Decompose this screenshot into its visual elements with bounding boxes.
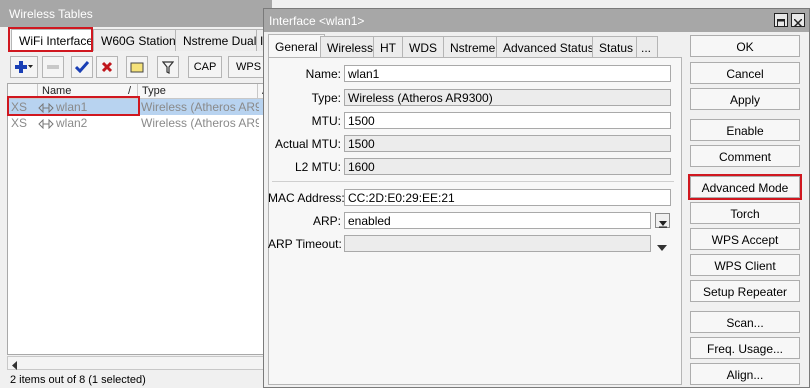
column-label-name: Name (42, 85, 72, 97)
table-row[interactable]: XS wlan2 Wireless (Atheros AR9... (8, 115, 273, 131)
l2-mtu-label: L2 MTU: (294, 160, 341, 174)
comment-button[interactable]: Comment (690, 145, 800, 167)
tab-w60g-station[interactable]: W60G Station (93, 29, 185, 51)
row-type: Wireless (Atheros AR9... (141, 116, 259, 130)
apply-button[interactable]: Apply (690, 88, 800, 110)
remove-button[interactable] (42, 56, 64, 78)
tab-nstreme-dual[interactable]: Nstreme Dual (175, 29, 266, 51)
row-name: wlan1 (56, 100, 88, 114)
column-header-type[interactable]: Type (138, 84, 258, 99)
wps-accept-button[interactable]: WPS Accept (690, 228, 800, 250)
plus-icon (14, 60, 34, 74)
actual-mtu-label: Actual MTU: (274, 137, 341, 151)
interfaces-table: Name / Type A XS wlan1 Wireless (Atheros… (7, 83, 273, 355)
wireless-tables-window: Wireless Tables WiFi Interfaces W60G Sta… (0, 0, 273, 388)
scan-button[interactable]: Scan... (690, 311, 800, 333)
advanced-mode-button[interactable]: Advanced Mode (690, 176, 800, 198)
note-icon (130, 61, 144, 73)
comment-button[interactable] (126, 56, 148, 78)
row-type: Wireless (Atheros AR9... (141, 100, 259, 114)
maximize-icon (777, 16, 785, 30)
add-button[interactable] (10, 56, 38, 78)
freq-usage-button[interactable]: Freq. Usage... (690, 337, 800, 359)
mtu-label: MTU: (311, 114, 341, 128)
tab-general[interactable]: General (268, 34, 325, 58)
row-name: wlan2 (56, 116, 88, 130)
arp-label: ARP: (312, 214, 341, 228)
arp-timeout-label: ARP Timeout: (268, 237, 342, 251)
sort-indicator: / (127, 85, 131, 97)
arp-timeout-field[interactable] (344, 235, 651, 252)
arp-dropdown-button[interactable] (655, 213, 670, 228)
tab-advanced-status[interactable]: Advanced Status (496, 36, 601, 58)
type-field: Wireless (Atheros AR9300) (344, 89, 671, 106)
check-icon (75, 61, 89, 73)
enable-button[interactable]: Enable (690, 119, 800, 141)
type-label: Type: (311, 91, 341, 105)
cap-button[interactable]: CAP (188, 56, 222, 78)
name-field[interactable]: wlan1 (344, 65, 671, 82)
wps-client-button[interactable]: WPS Client (690, 254, 800, 276)
tab-wireless[interactable]: Wireless (320, 36, 381, 58)
actual-mtu-field: 1500 (344, 135, 671, 152)
disable-button[interactable] (96, 56, 118, 78)
wireless-icon (38, 102, 54, 116)
column-header-flags (8, 84, 38, 99)
separator (272, 181, 674, 182)
interface-window: Interface <wlan1> General Wireless HT WD… (263, 8, 810, 388)
cancel-button[interactable]: Cancel (690, 62, 800, 84)
chevron-down-icon (659, 217, 667, 231)
name-label: Name: (305, 67, 341, 81)
row-flags: XS (11, 100, 28, 114)
horizontal-scrollbar[interactable] (7, 356, 272, 370)
ok-button[interactable]: OK (690, 35, 800, 57)
window-title: Wireless Tables (0, 0, 272, 27)
align-button[interactable]: Align... (690, 363, 800, 385)
torch-button[interactable]: Torch (690, 202, 800, 224)
arp-timeout-dropdown-icon[interactable] (657, 240, 667, 254)
row-flags: XS (11, 116, 28, 130)
filter-button[interactable] (157, 56, 179, 78)
filter-icon (162, 60, 174, 74)
maximize-button[interactable] (774, 13, 788, 27)
mac-address-label: MAC Address: (268, 191, 345, 205)
wireless-icon (38, 118, 54, 132)
close-button[interactable] (791, 13, 805, 30)
close-icon (793, 16, 803, 30)
minus-icon (47, 64, 59, 70)
status-text: 2 items out of 8 (1 selected) (10, 374, 146, 386)
table-row[interactable]: XS wlan1 Wireless (Atheros AR9... (8, 99, 273, 115)
tab-ht[interactable]: HT (373, 36, 403, 58)
tab-status[interactable]: Status (592, 36, 641, 58)
arp-select[interactable]: enabled (344, 212, 651, 229)
mtu-field[interactable]: 1500 (344, 112, 671, 129)
tab-wds[interactable]: WDS (402, 36, 444, 58)
tab-more[interactable]: ... (636, 36, 658, 58)
tab-nstreme[interactable]: Nstreme (443, 36, 503, 58)
cross-icon (101, 61, 113, 73)
enable-button[interactable] (71, 56, 93, 78)
window-title: Interface <wlan1> (264, 9, 809, 32)
mac-address-field[interactable]: CC:2D:E0:29:EE:21 (344, 189, 671, 206)
setup-repeater-button[interactable]: Setup Repeater (690, 280, 800, 302)
l2-mtu-field: 1600 (344, 158, 671, 175)
column-header-name[interactable]: Name / (38, 84, 138, 99)
